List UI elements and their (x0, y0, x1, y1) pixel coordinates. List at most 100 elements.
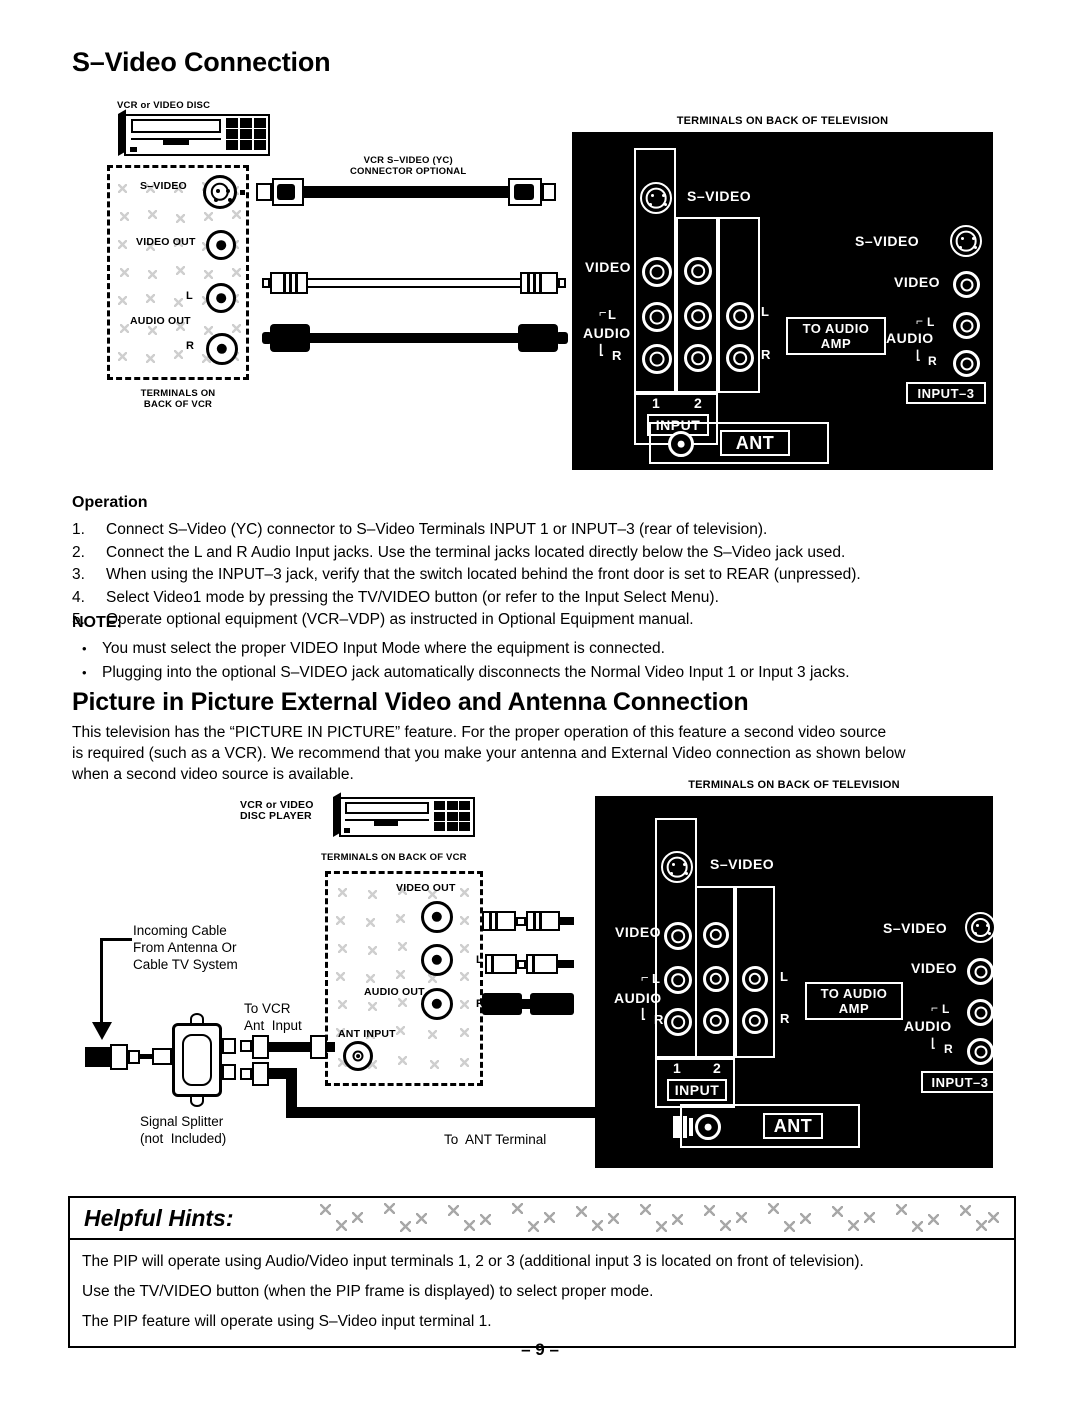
note-text: You must select the proper VIDEO Input M… (102, 640, 665, 657)
tv-svideo-jack-input3-2[interactable] (965, 912, 996, 943)
tv-svideo-jack-input3-1[interactable] (950, 225, 982, 257)
ant-plug-ring2 (689, 1118, 693, 1136)
tv-audio-r-bracket-1: R (612, 348, 622, 363)
tv-video-label-1: VIDEO (585, 259, 632, 275)
amp-r-label-2: R (780, 1011, 790, 1026)
tv-video-label-2: VIDEO (615, 924, 662, 940)
vcr-audio-l-label-2: L (476, 954, 483, 966)
vcr-audio-r-jack-1[interactable] (206, 333, 238, 365)
manual-page: S–Video Connection VCR or VIDEO DISC S–V… (0, 0, 1080, 1413)
tv-terminals-caption-2: TERMINALS ON BACK OF TELEVISION (688, 779, 900, 791)
pip-intro-paragraph: This television has the “PICTURE IN PICT… (72, 722, 1012, 785)
ant-coax-jack-2[interactable] (695, 1114, 721, 1140)
tv-audio-l-jack-input2-1[interactable] (684, 302, 712, 330)
tv-svideo-jack-input1-2[interactable] (661, 851, 693, 883)
input-2-number-1: 2 (694, 395, 703, 411)
helpful-hints-title: Helpful Hints: (84, 1205, 240, 1232)
vcr-video-out-label-2: VIDEO OUT (396, 882, 456, 894)
input3-label-box-2: INPUT–3 (921, 1071, 999, 1093)
operation-step: 1. Connect S–Video (YC) connector to S–Vi… (72, 519, 1017, 542)
tv-audio-r-jack-input2-1[interactable] (684, 344, 712, 372)
tv-right-r-label-2: R (944, 1042, 954, 1056)
vcr-video-out-jack-1[interactable] (206, 230, 236, 260)
hint-item: The PIP will operate using Audio/Video i… (82, 1253, 864, 1270)
vcr-audio-l-label-1: L (186, 290, 193, 302)
tv-video-jack-input3-1[interactable] (953, 271, 980, 298)
amp-l-label-2: L (780, 969, 789, 984)
helpful-hints-header: Helpful Hints: (70, 1198, 1014, 1240)
vcr-video-bracket-2 (477, 915, 480, 926)
tv-audio-r-jack-amp-1[interactable] (726, 344, 754, 372)
tv-audio-r-jack-input3-2[interactable] (967, 1038, 994, 1065)
step-text: Connect S–Video (YC) connector to S–Vide… (106, 521, 768, 538)
step-number: 2. (72, 543, 85, 561)
step-text: When using the INPUT–3 jack, verify that… (106, 566, 861, 583)
operation-step: 5. Operate optional equipment (VCR–VDP) a… (72, 609, 1017, 632)
tv-terminal-panel-2: S–VIDEO VIDEO L ⌐ AUDIO R ⌊ L R TO AUDIO… (595, 796, 999, 1168)
ant-coax-jack-1[interactable] (668, 431, 694, 457)
amp-r-label-1: R (761, 347, 771, 362)
tv-audio-right-label-1: AUDIO (886, 330, 934, 346)
tv-video-jack-input2-2[interactable] (703, 922, 729, 948)
vcr-audio-l-jack-2[interactable] (421, 944, 453, 976)
ant-label-box-2: ANT (763, 1113, 823, 1139)
vcr-terminals-caption-2: TERMINALS ON BACK OF VCR (321, 852, 467, 863)
bullet-icon: • (82, 665, 87, 680)
tv-audio-l-jack-input2-2[interactable] (703, 966, 729, 992)
tv-svideo-jack-input1-1[interactable] (640, 182, 672, 214)
amp-l-label-1: L (761, 304, 770, 319)
tv-svideo-right-label-2: S–VIDEO (883, 920, 948, 936)
tv-audio-l-jack-input1-1[interactable] (642, 302, 672, 332)
vcr-audio-l-jack-1[interactable] (206, 283, 236, 313)
tv-audio-label-1: AUDIO (583, 325, 631, 341)
operation-step: 2. Connect the L and R Audio Input jacks.… (72, 542, 1017, 565)
tv-video-jack-input3-2[interactable] (967, 958, 994, 985)
tv-video-jack-input1-2[interactable] (664, 922, 692, 950)
tv-terminals-caption-1: TERMINALS ON BACK OF TELEVISION (676, 115, 889, 127)
input-2-number-2: 2 (713, 1060, 722, 1076)
operation-title: Operation (72, 494, 148, 511)
tv-video-jack-input2-1[interactable] (684, 257, 712, 285)
vcr-svideo-jack-1[interactable] (203, 175, 237, 209)
tv-audio-l-jack-amp-2[interactable] (742, 966, 768, 992)
tv-audio-r-jack-input1-2[interactable] (664, 1008, 692, 1036)
tv-audio-r-jack-amp-2[interactable] (742, 1008, 768, 1034)
step-number: 4. (72, 588, 85, 606)
tv-audio-label-2: AUDIO (614, 990, 662, 1006)
input-label-box-2: INPUT (667, 1079, 727, 1101)
tv-terminal-panel-1: S–VIDEO VIDEO L ⌐ AUDIO R ⌊ L R TO AUDIO… (572, 132, 993, 470)
tv-audio-r-jack-input2-2[interactable] (703, 1008, 729, 1034)
tv-audio-l-corner-2: ⌐ (641, 970, 650, 985)
pip-intro-line: is required (such as a VCR). We recommen… (72, 745, 906, 762)
tv-audio-l-jack-amp-1[interactable] (726, 302, 754, 330)
tv-audio-l-bracket-2: L (652, 971, 661, 986)
to-ant-terminal-label: To ANT Terminal (444, 1132, 547, 1147)
vcr-video-out-jack-2[interactable] (421, 901, 453, 933)
step-number: 1. (72, 521, 85, 538)
tv-audio-r-jack-input3-1[interactable] (953, 350, 980, 377)
tv-right-r-label-1: R (928, 354, 938, 368)
vcr-audio-r-jack-2[interactable] (421, 988, 453, 1020)
tv-video-jack-input1-1[interactable] (642, 257, 672, 287)
tv-audio-l-jack-input3-2[interactable] (967, 999, 994, 1026)
note-title: NOTE: (72, 614, 122, 631)
splitter-out-top (222, 1038, 236, 1054)
vcr-caption-2: VCR or VIDEO DISC PLAYER (240, 799, 314, 822)
ant-label-box-1: ANT (720, 430, 790, 456)
svideo-cable-caption-1: VCR S–VIDEO (YC) CONNECTOR OPTIONAL (350, 155, 467, 177)
pip-intro-line: This television has the “PICTURE IN PICT… (72, 724, 887, 741)
tv-audio-l-jack-input3-1[interactable] (953, 312, 980, 339)
incoming-cable-leader-v (100, 938, 103, 1028)
operation-step: 3. When using the INPUT–3 jack, verify th… (72, 564, 1017, 587)
note-text: Plugging into the optional S–VIDEO jack … (102, 664, 850, 681)
bullet-icon: • (82, 641, 87, 656)
hint-item: Use the TV/VIDEO button (when the PIP fr… (82, 1283, 654, 1300)
tv-audio-r-jack-input1-1[interactable] (642, 344, 672, 374)
vcr-audio-out-label-1: AUDIO OUT (130, 315, 191, 327)
ant-plug-ring1 (683, 1116, 687, 1138)
vcr-ant-input-jack-2[interactable] (343, 1041, 373, 1071)
tv-audio-l-jack-input1-2[interactable] (664, 966, 692, 994)
helpful-hints-box: Helpful Hints: The PIP will operate usin… (68, 1196, 1016, 1348)
step-text: Connect the L and R Audio Input jacks. U… (106, 543, 846, 561)
signal-splitter (172, 1023, 222, 1097)
